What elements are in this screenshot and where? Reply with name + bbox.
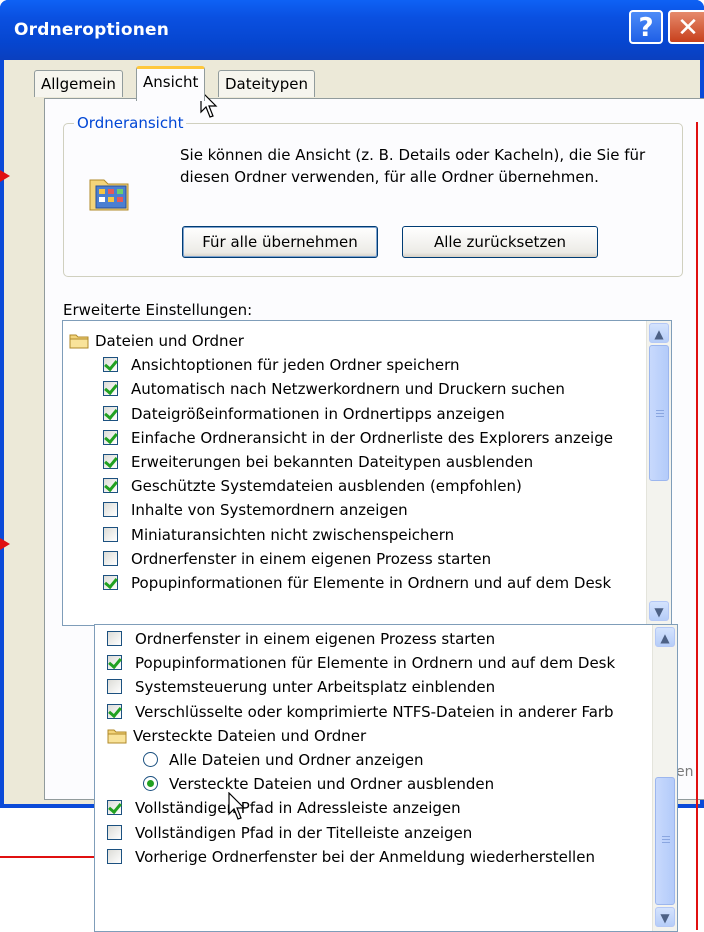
option-label: Vollständigen Pfad in der Titelleiste an… — [135, 823, 473, 842]
option-label: Popupinformationen für Elemente in Ordne… — [135, 654, 616, 673]
option-label: Versteckte Dateien und Ordner ausblenden — [169, 775, 495, 794]
list-scrollbar[interactable]: ▲ ▼ — [646, 321, 671, 625]
option-label: Dateien und Ordner — [95, 332, 244, 350]
option-label: Inhalte von Systemordnern anzeigen — [131, 501, 408, 520]
checkbox[interactable] — [103, 405, 118, 421]
scroll-thumb[interactable] — [649, 345, 669, 481]
checkbox[interactable] — [103, 478, 118, 494]
group-legend: Ordneransicht — [74, 114, 187, 132]
group-description: Sie können die Ansicht (z. B. Details od… — [180, 146, 646, 186]
checkbox[interactable] — [107, 824, 122, 840]
option-label: Systemsteuerung unter Arbeitsplatz einbl… — [135, 678, 496, 697]
radio-button[interactable] — [143, 776, 158, 792]
checkbox[interactable] — [103, 381, 118, 397]
help-button[interactable]: ? — [629, 10, 663, 44]
checkbox[interactable] — [107, 655, 122, 671]
folder-view-icon — [89, 179, 129, 211]
option-label: Verschlüsselte oder komprimierte NTFS-Da… — [135, 702, 614, 721]
window-title: Ordneroptionen — [14, 20, 170, 40]
mouse-cursor-icon — [228, 792, 246, 820]
checkbox[interactable] — [107, 679, 122, 695]
folder-view-group: Ordneransicht Sie können die Ansicht (z.… — [63, 114, 683, 277]
annotation-line-right — [696, 122, 698, 930]
checkbox[interactable] — [103, 502, 118, 518]
checkbox[interactable] — [107, 848, 122, 864]
close-button[interactable]: ✕ — [668, 10, 704, 44]
option-label: Ansichtoptionen für jeden Ordner speiche… — [131, 356, 460, 375]
option-label: Geschützte Systemdateien ausblenden (emp… — [131, 477, 522, 496]
apply-to-all-button[interactable]: Für alle übernehmen — [182, 226, 378, 258]
advanced-settings-list[interactable]: Dateien und Ordner Ansichtoptionen für je… — [62, 320, 672, 626]
checkbox[interactable] — [103, 429, 118, 445]
list-scrollbar-scrolled[interactable]: ▲ ▼ — [652, 625, 677, 931]
annotation-arrow-2 — [0, 538, 10, 550]
checkbox[interactable] — [103, 357, 118, 373]
reset-all-button[interactable]: Alle zurücksetzen — [402, 226, 598, 258]
checkbox[interactable] — [103, 526, 118, 542]
option-label: Einfache Ordneransicht in der Ordnerlist… — [131, 428, 613, 447]
window-bottom-border — [0, 804, 94, 808]
option-label: Versteckte Dateien und Ordner — [133, 726, 367, 745]
folder-icon — [69, 334, 89, 349]
option-label: Ordnerfenster in einem eigenen Prozess s… — [131, 549, 492, 568]
tab-allgemein[interactable]: Allgemein — [34, 70, 123, 97]
checkbox[interactable] — [103, 454, 118, 469]
annotation-arrow-1 — [0, 170, 10, 182]
tab-ansicht[interactable]: Ansicht — [136, 66, 206, 101]
tab-dateitypen[interactable]: Dateitypen — [218, 70, 316, 97]
option-label: Ordnerfenster in einem eigenen Prozess s… — [135, 630, 496, 648]
option-label: Erweiterungen bei bekannten Dateitypen a… — [131, 453, 534, 471]
option-label: Vorherige Ordnerfenster bei der Anmeldun… — [135, 847, 595, 866]
option-label: Alle Dateien und Ordner anzeigen — [169, 751, 424, 769]
folder-icon — [107, 729, 127, 744]
advanced-settings-list-scrolled[interactable]: Ordnerfenster in einem eigenen Prozess s… — [94, 624, 678, 932]
radio-button[interactable] — [143, 752, 158, 767]
scroll-down-button[interactable]: ▼ — [649, 601, 669, 621]
checkbox[interactable] — [103, 550, 118, 566]
scroll-thumb[interactable] — [655, 777, 675, 905]
option-label: Vollständigen Pfad in Adressleiste anzei… — [135, 799, 461, 818]
option-label: Automatisch nach Netzwerkordnern und Dru… — [131, 380, 565, 399]
option-label: Miniaturansichten nicht zwischenspeicher… — [131, 525, 455, 544]
title-bar[interactable]: Ordneroptionen ? ✕ — [0, 0, 704, 60]
checkbox[interactable] — [103, 575, 118, 590]
option-label: Popupinformationen für Elemente in Ordne… — [131, 574, 612, 592]
option-label: Dateigrößeinformationen in Ordnertipps a… — [131, 404, 505, 423]
scroll-up-button[interactable]: ▲ — [655, 627, 675, 647]
checkbox[interactable] — [107, 703, 122, 719]
scroll-up-button[interactable]: ▲ — [649, 323, 669, 343]
advanced-settings-label: Erweiterte Einstellungen: — [63, 301, 253, 319]
checkbox[interactable] — [107, 800, 122, 816]
hidden-button-fragment: en — [676, 764, 694, 780]
scroll-down-button[interactable]: ▼ — [655, 907, 675, 927]
checkbox[interactable] — [107, 631, 122, 646]
